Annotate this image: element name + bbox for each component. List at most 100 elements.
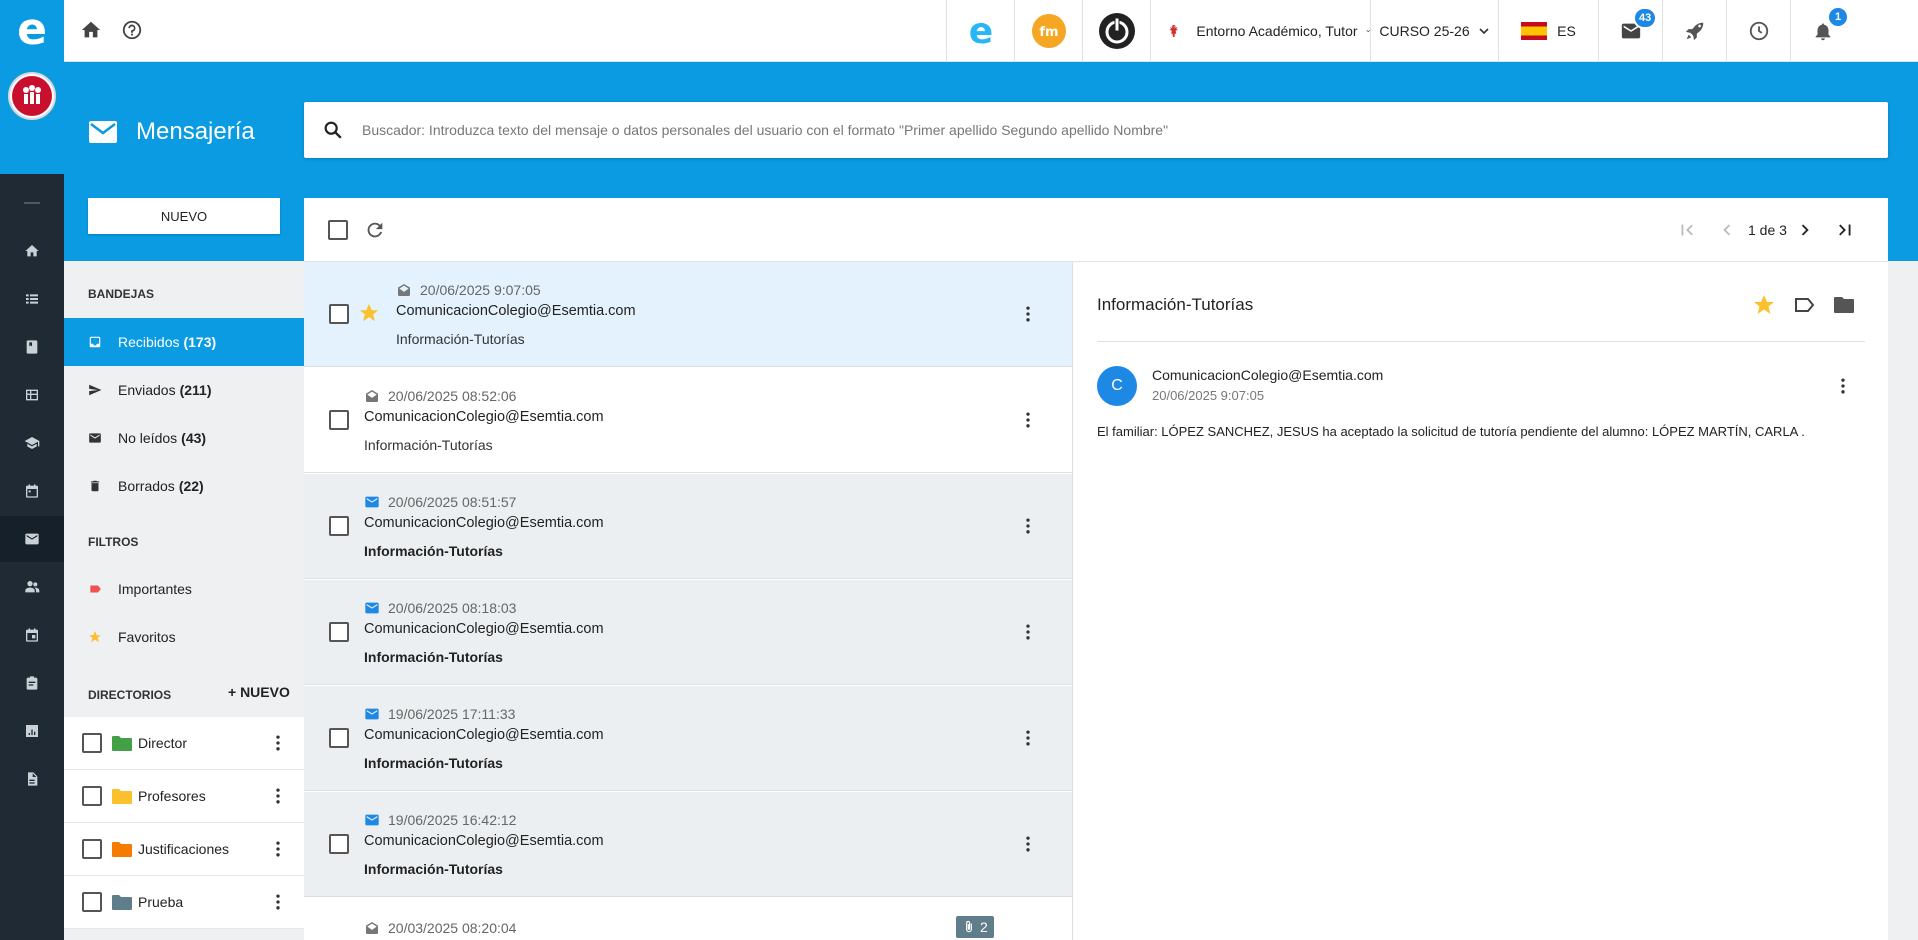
folder-icon[interactable] xyxy=(1832,293,1856,317)
tray-inbox[interactable]: Recibidos (173) xyxy=(64,318,304,366)
rail-chart-icon[interactable] xyxy=(0,708,64,754)
tray-sent[interactable]: Enviados (211) xyxy=(64,366,304,414)
search-bar xyxy=(304,102,1888,158)
more-vert-icon[interactable] xyxy=(1018,622,1038,642)
course-label: CURSO 25-26 xyxy=(1379,23,1470,39)
next-page-icon[interactable] xyxy=(1794,219,1816,241)
label-icon xyxy=(90,585,101,593)
message-subject: Información-Tutorías xyxy=(364,861,503,877)
history-button[interactable] xyxy=(1726,0,1790,62)
more-vert-icon[interactable] xyxy=(268,786,288,806)
school-crest[interactable] xyxy=(8,72,56,120)
first-page-icon[interactable] xyxy=(1676,219,1698,241)
message-date: 20/06/2025 08:51:57 xyxy=(364,494,516,510)
message-date: 20/06/2025 08:52:06 xyxy=(364,388,516,404)
message-checkbox[interactable] xyxy=(329,410,349,430)
search-input[interactable] xyxy=(362,122,1862,138)
rocket-button[interactable] xyxy=(1662,0,1726,62)
message-checkbox[interactable] xyxy=(329,834,349,854)
directory-item[interactable]: Justificaciones xyxy=(64,823,304,876)
directory-item[interactable]: Profesores xyxy=(64,770,304,823)
rail-document-icon[interactable] xyxy=(0,756,64,802)
more-vert-icon[interactable] xyxy=(1833,376,1853,396)
rail-clipboard-icon[interactable] xyxy=(0,660,64,706)
directory-checkbox[interactable] xyxy=(82,733,102,753)
rail-event-icon[interactable] xyxy=(0,612,64,658)
star-icon[interactable] xyxy=(1752,293,1776,317)
rail-home-icon[interactable] xyxy=(0,228,64,274)
directory-item[interactable]: Prueba xyxy=(64,876,304,929)
svg-text:fm: fm xyxy=(1039,25,1058,40)
search-icon[interactable] xyxy=(322,119,344,141)
message-checkbox[interactable] xyxy=(329,728,349,748)
rocket-icon xyxy=(1685,22,1703,41)
message-row[interactable]: 20/06/2025 08:51:57 ComunicacionColegio@… xyxy=(304,474,1072,579)
message-sender: ComunicacionColegio@Esemtia.com xyxy=(364,833,604,849)
rail-list-icon[interactable] xyxy=(0,276,64,322)
more-vert-icon[interactable] xyxy=(1018,304,1038,324)
course-selector[interactable]: CURSO 25-26 xyxy=(1370,0,1498,62)
language-selector[interactable]: ES xyxy=(1498,0,1598,62)
message-row[interactable]: 20/03/2025 08:20:04 2 xyxy=(304,898,1072,940)
spain-flag-icon xyxy=(1521,22,1548,40)
rail-calendar-icon[interactable] xyxy=(0,468,64,514)
home-icon[interactable] xyxy=(80,19,102,41)
filter-important[interactable]: Importantes xyxy=(64,565,304,613)
page-title: Mensajería xyxy=(136,118,255,145)
star-icon[interactable] xyxy=(358,302,380,324)
directory-checkbox[interactable] xyxy=(82,892,102,912)
notifications-button[interactable]: 1 xyxy=(1790,0,1854,62)
message-row[interactable]: 20/06/2025 9:07:05 ComunicacionColegio@E… xyxy=(304,262,1072,367)
more-vert-icon[interactable] xyxy=(1018,834,1038,854)
directory-checkbox[interactable] xyxy=(82,786,102,806)
tray-unread[interactable]: No leídos (43) xyxy=(64,414,304,462)
top-bar: e fm Entorno Académico, Tutor CURSO 25-2… xyxy=(64,0,1918,62)
mail-button[interactable]: 43 xyxy=(1598,0,1662,62)
rail-book-icon[interactable] xyxy=(0,324,64,370)
mascot-icon xyxy=(1169,25,1179,37)
more-vert-icon[interactable] xyxy=(1018,516,1038,536)
new-message-button[interactable]: NUEVO xyxy=(88,198,280,234)
message-checkbox[interactable] xyxy=(329,622,349,642)
more-vert-icon[interactable] xyxy=(268,839,288,859)
tray-deleted[interactable]: Borrados (22) xyxy=(64,462,304,510)
directory-item[interactable]: Director xyxy=(64,717,304,770)
last-page-icon[interactable] xyxy=(1834,219,1856,241)
message-subject: Información-Tutorías xyxy=(364,649,503,665)
tray-count: (43) xyxy=(181,430,207,446)
app-logo[interactable]: e xyxy=(12,8,52,52)
new-directory-button[interactable]: + NUEVO xyxy=(228,684,290,700)
message-checkbox[interactable] xyxy=(329,304,349,324)
rail-grid-icon[interactable] xyxy=(0,372,64,418)
power-icon[interactable] xyxy=(1082,0,1150,62)
select-all-checkbox[interactable] xyxy=(328,220,348,240)
refresh-icon[interactable] xyxy=(364,219,386,241)
label-icon[interactable] xyxy=(1792,293,1816,317)
directory-label: Prueba xyxy=(138,894,184,910)
rail-users-icon[interactable] xyxy=(0,564,64,610)
message-row[interactable]: 20/06/2025 08:18:03 ComunicacionColegio@… xyxy=(304,580,1072,685)
folder-icon xyxy=(112,735,132,751)
pane-divider xyxy=(1072,262,1073,940)
message-row[interactable]: 19/06/2025 16:42:12 ComunicacionColegio@… xyxy=(304,792,1072,897)
more-vert-icon[interactable] xyxy=(1018,728,1038,748)
message-checkbox[interactable] xyxy=(329,516,349,536)
more-vert-icon[interactable] xyxy=(268,733,288,753)
chevron-down-icon xyxy=(1479,28,1489,35)
more-vert-icon[interactable] xyxy=(1018,410,1038,430)
filter-favorites[interactable]: Favoritos xyxy=(64,613,304,661)
role-selector[interactable]: Entorno Académico, Tutor xyxy=(1150,0,1370,62)
rail-mail-icon[interactable] xyxy=(0,516,64,562)
tray-label: Borrados xyxy=(118,478,175,494)
message-row[interactable]: 19/06/2025 17:11:33 ComunicacionColegio@… xyxy=(304,686,1072,791)
rail-graduation-icon[interactable] xyxy=(0,420,64,466)
message-row[interactable]: 20/06/2025 08:52:06 ComunicacionColegio@… xyxy=(304,368,1072,473)
fm-icon[interactable]: fm xyxy=(1014,0,1082,62)
directory-checkbox[interactable] xyxy=(82,839,102,859)
help-icon[interactable] xyxy=(121,19,143,41)
message-sender: ComunicacionColegio@Esemtia.com xyxy=(364,409,604,425)
esemtia-e-icon[interactable]: e xyxy=(946,0,1014,62)
previous-page-icon[interactable] xyxy=(1716,219,1738,241)
more-vert-icon[interactable] xyxy=(268,892,288,912)
clock-icon xyxy=(1749,21,1768,41)
